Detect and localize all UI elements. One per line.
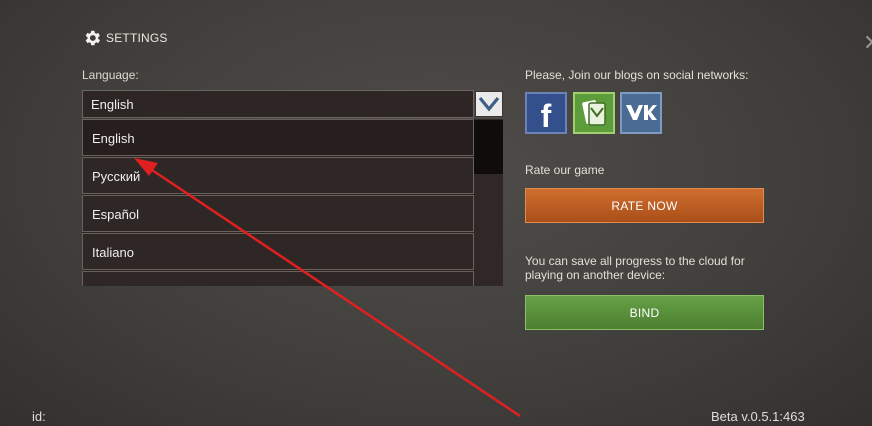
language-select-value: English xyxy=(91,97,134,112)
language-option-next[interactable] xyxy=(82,271,474,286)
language-option-italian[interactable]: Italiano xyxy=(82,233,474,270)
language-options-list: English Русский Español Italiano xyxy=(82,119,503,286)
bind-label: BIND xyxy=(629,305,660,320)
option-label: Italiano xyxy=(92,245,134,260)
option-label: Español xyxy=(92,207,139,222)
social-prompt: Please, Join our blogs on social network… xyxy=(525,68,749,82)
chevron-down-icon xyxy=(478,96,500,112)
settings-title: SETTINGS xyxy=(82,28,168,48)
settings-title-text: SETTINGS xyxy=(106,31,168,45)
language-option-spanish[interactable]: Español xyxy=(82,195,474,232)
rate-now-button[interactable]: RATE NOW xyxy=(525,188,764,223)
rate-prompt: Rate our game xyxy=(525,163,605,177)
facebook-button[interactable]: f xyxy=(525,92,567,134)
player-id-label: id: xyxy=(32,409,46,424)
language-label: Language: xyxy=(82,68,139,82)
language-dropdown-toggle[interactable] xyxy=(475,91,503,117)
facebook-icon: f xyxy=(540,97,552,134)
gear-icon xyxy=(85,30,100,46)
cloud-prompt-line2: playing on another device: xyxy=(525,268,666,282)
rate-now-label: RATE NOW xyxy=(611,198,678,213)
vk-icon xyxy=(626,105,657,120)
bind-button[interactable]: BIND xyxy=(525,295,764,330)
language-option-russian[interactable]: Русский xyxy=(82,157,474,194)
moimir-button[interactable] xyxy=(573,92,615,134)
language-option-english[interactable]: English xyxy=(82,119,474,156)
cloud-prompt: You can save all progress to the cloud f… xyxy=(525,254,745,282)
cloud-prompt-line1: You can save all progress to the cloud f… xyxy=(525,254,745,268)
moimir-icon xyxy=(582,100,606,126)
vk-button[interactable] xyxy=(620,92,662,134)
version-label: Beta v.0.5.1:463 xyxy=(711,409,805,424)
dropdown-scroll-thumb[interactable] xyxy=(474,120,503,174)
language-select[interactable]: English xyxy=(82,90,474,118)
option-label: English xyxy=(92,131,135,146)
close-icon[interactable]: ✕ xyxy=(863,30,872,56)
option-label: Русский xyxy=(92,169,141,184)
